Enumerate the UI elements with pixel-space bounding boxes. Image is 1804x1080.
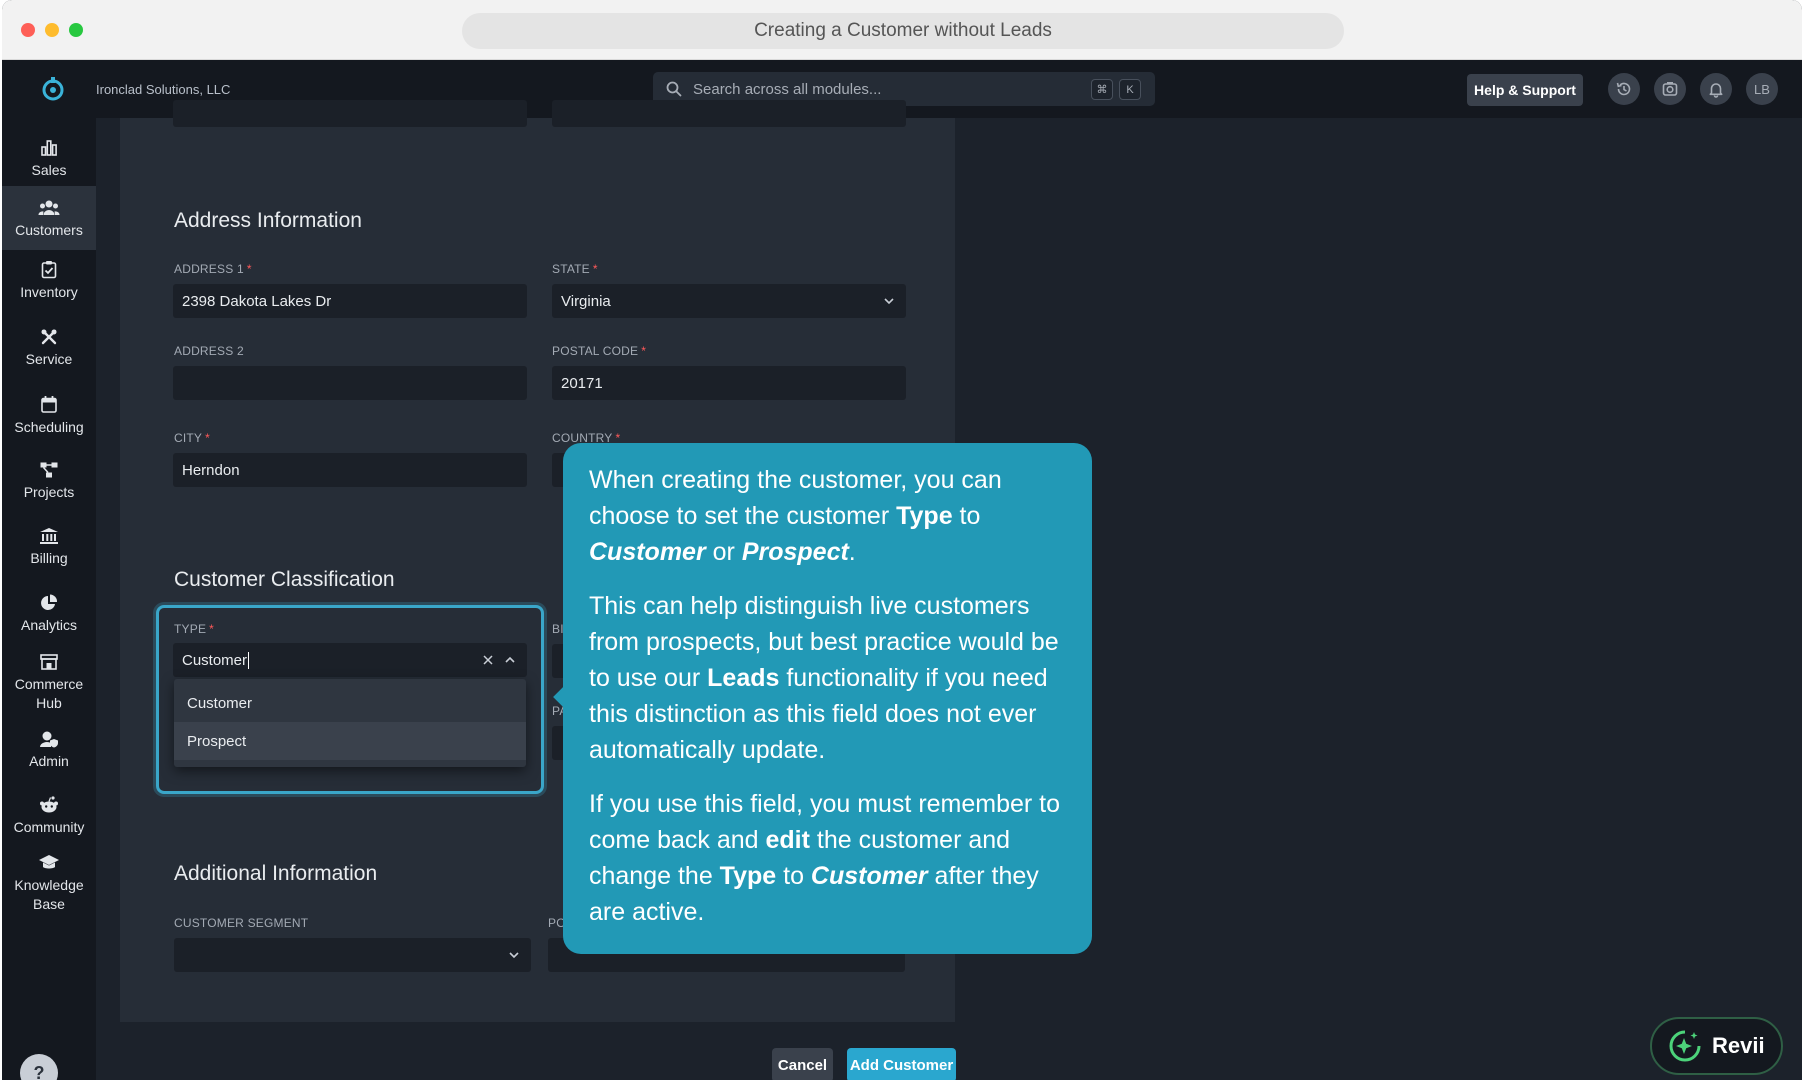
bank-icon bbox=[40, 528, 58, 544]
postal-code-input[interactable]: 20171 bbox=[552, 366, 906, 400]
partial-label-bi: BI bbox=[552, 622, 564, 636]
type-input-value[interactable]: Customer bbox=[182, 652, 247, 669]
tooltip-paragraph-1: When creating the customer, you can choo… bbox=[589, 466, 1002, 566]
type-option-customer[interactable]: Customer bbox=[174, 684, 526, 722]
city-input[interactable]: Herndon bbox=[173, 453, 527, 487]
type-select[interactable]: Customer bbox=[173, 643, 527, 677]
sidebar-item-label: Scheduling bbox=[14, 419, 84, 435]
maximize-window-button[interactable] bbox=[69, 23, 83, 37]
revii-label: Revii bbox=[1712, 1033, 1765, 1058]
sidebar-item-label: Billing bbox=[30, 550, 68, 566]
tooltip-paragraph-3: If you use this field, you must remember… bbox=[589, 790, 1061, 926]
sidebar-item-label: Service bbox=[25, 351, 73, 367]
type-label: TYPE * bbox=[174, 622, 215, 636]
sidebar-item-inventory[interactable]: Inventory bbox=[2, 260, 96, 318]
sidebar-item-service[interactable]: Service bbox=[2, 328, 96, 386]
sidebar-item-commerce-hub[interactable]: Commerce Hub bbox=[2, 653, 96, 729]
sparkle-icon bbox=[1669, 1030, 1701, 1062]
graduation-cap-icon bbox=[39, 855, 59, 869]
close-window-button[interactable] bbox=[21, 23, 35, 37]
user-avatar[interactable]: LB bbox=[1746, 73, 1778, 105]
cancel-button[interactable]: Cancel bbox=[772, 1048, 833, 1080]
screenshot-button[interactable] bbox=[1654, 73, 1686, 105]
text-cursor bbox=[248, 651, 250, 669]
sidebar-item-knowledge-base[interactable]: Knowledge Base bbox=[2, 854, 96, 930]
sidebar-item-label: Inventory bbox=[20, 284, 78, 300]
help-icon[interactable]: ? bbox=[20, 1054, 58, 1080]
store-icon bbox=[40, 654, 58, 670]
search-icon bbox=[666, 81, 682, 97]
city-label: CITY * bbox=[174, 431, 211, 445]
camera-icon bbox=[1662, 82, 1678, 96]
customer-segment-select[interactable] bbox=[174, 938, 531, 972]
history-button[interactable] bbox=[1608, 73, 1640, 105]
pie-chart-icon bbox=[41, 594, 58, 610]
sidebar-item-projects[interactable]: Projects bbox=[2, 461, 96, 519]
sidebar-item-billing[interactable]: Billing bbox=[2, 527, 96, 585]
state-value: Virginia bbox=[561, 292, 611, 310]
sidebar-item-community[interactable]: Community bbox=[2, 796, 96, 854]
address2-label: ADDRESS 2 bbox=[174, 344, 244, 358]
classification-section-title: Customer Classification bbox=[174, 568, 395, 591]
sidebar-item-label: Projects bbox=[23, 484, 75, 500]
chevron-down-icon bbox=[884, 298, 894, 305]
sidebar-item-label: Customers bbox=[15, 222, 83, 238]
shortcut-key-k: K bbox=[1119, 79, 1141, 100]
state-label: STATE * bbox=[552, 262, 598, 276]
sidebar-item-sales[interactable]: Sales bbox=[2, 128, 96, 188]
users-icon bbox=[38, 200, 60, 215]
postal-code-label: POSTAL CODE * bbox=[552, 344, 647, 358]
company-name: Ironclad Solutions, LLC bbox=[96, 82, 231, 97]
sidebar: Sales Customers Inventory Service Schedu… bbox=[2, 118, 96, 1080]
sidebar-item-label: Admin bbox=[29, 753, 69, 769]
address2-input[interactable] bbox=[173, 366, 527, 400]
clear-icon[interactable] bbox=[481, 653, 495, 667]
sidebar-item-analytics[interactable]: Analytics bbox=[2, 594, 96, 652]
sidebar-item-scheduling[interactable]: Scheduling bbox=[2, 395, 96, 453]
tooltip-paragraph-2: This can help distinguish live customers… bbox=[589, 592, 1059, 764]
address1-label: ADDRESS 1 * bbox=[174, 262, 252, 276]
chart-bar-icon bbox=[41, 140, 57, 156]
sidebar-item-admin[interactable]: Admin bbox=[2, 730, 96, 788]
type-dropdown-menu: Customer Prospect bbox=[174, 679, 526, 767]
minimize-window-button[interactable] bbox=[45, 23, 59, 37]
chevron-down-icon bbox=[509, 952, 519, 959]
project-diagram-icon bbox=[40, 462, 58, 478]
sidebar-item-label: Community bbox=[13, 819, 85, 835]
app-logo-icon[interactable] bbox=[40, 76, 66, 102]
additional-section-title: Additional Information bbox=[174, 862, 378, 885]
history-icon bbox=[1616, 82, 1631, 96]
tools-icon bbox=[41, 329, 57, 345]
shortcut-key-cmd: ⌘ bbox=[1091, 79, 1113, 100]
customer-segment-label: CUSTOMER SEGMENT bbox=[174, 916, 309, 930]
window-title[interactable]: Creating a Customer without Leads bbox=[462, 13, 1344, 49]
address-section-title: Address Information bbox=[174, 209, 362, 232]
previous-field-left[interactable] bbox=[173, 100, 527, 127]
guide-tooltip: When creating the customer, you can choo… bbox=[563, 443, 1092, 954]
help-support-button[interactable]: Help & Support bbox=[1467, 74, 1583, 106]
sidebar-item-label: Commerce Hub bbox=[14, 676, 84, 711]
notifications-button[interactable] bbox=[1700, 73, 1732, 105]
sidebar-item-customers[interactable]: Customers bbox=[2, 186, 96, 250]
calendar-icon bbox=[41, 396, 57, 413]
clipboard-check-icon bbox=[41, 261, 57, 279]
browser-titlebar: Creating a Customer without Leads bbox=[2, 0, 1802, 60]
add-customer-button[interactable]: Add Customer bbox=[847, 1048, 956, 1080]
sidebar-item-label: Analytics bbox=[20, 617, 78, 633]
app-window: Creating a Customer without Leads Ironcl… bbox=[2, 0, 1802, 1080]
user-shield-icon bbox=[40, 731, 58, 748]
search-input[interactable] bbox=[693, 80, 1073, 98]
chevron-up-icon[interactable] bbox=[503, 653, 517, 667]
revii-assistant-button[interactable]: Revii bbox=[1650, 1017, 1783, 1075]
previous-field-right[interactable] bbox=[552, 100, 906, 127]
reddit-icon bbox=[40, 796, 58, 813]
bell-icon bbox=[1709, 83, 1723, 98]
sidebar-item-label: Knowledge Base bbox=[14, 877, 84, 912]
address1-input[interactable]: 2398 Dakota Lakes Dr bbox=[173, 284, 527, 318]
type-option-prospect[interactable]: Prospect bbox=[174, 722, 526, 760]
state-select[interactable]: Virginia bbox=[552, 284, 906, 318]
sidebar-item-label: Sales bbox=[31, 162, 67, 178]
